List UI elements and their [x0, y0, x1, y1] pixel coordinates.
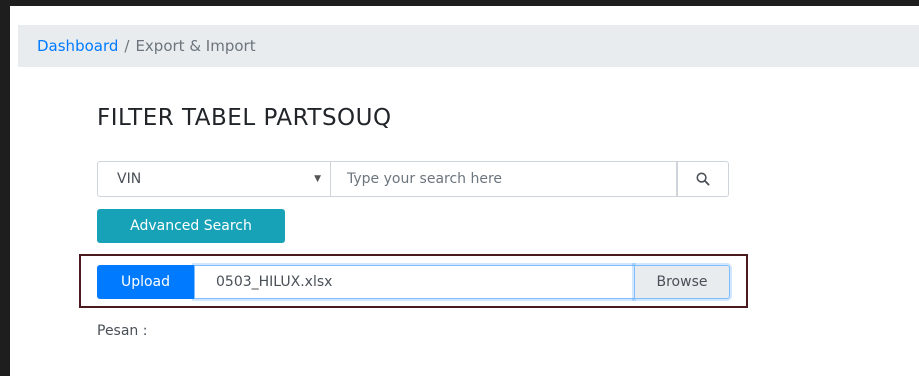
file-name-value: 0503_HILUX.xlsx [216, 274, 333, 290]
app-window: Dashboard / Export & Import FILTER TABEL P… [0, 0, 919, 376]
search-field-select[interactable]: VIN ▼ [97, 161, 331, 197]
caret-down-icon: ▼ [314, 174, 321, 184]
advanced-search-button[interactable]: Advanced Search [97, 209, 285, 243]
search-input-placeholder: Type your search here [347, 171, 503, 187]
window-top-border [0, 0, 919, 6]
breadcrumb: Dashboard / Export & Import [18, 25, 919, 67]
search-icon [696, 172, 710, 186]
upload-button[interactable]: Upload [97, 265, 194, 299]
file-name-field[interactable]: 0503_HILUX.xlsx [194, 265, 634, 299]
breadcrumb-dashboard-link[interactable]: Dashboard [37, 37, 118, 55]
breadcrumb-separator: / [124, 37, 130, 55]
window-left-border [0, 0, 10, 376]
browse-button[interactable]: Browse [634, 265, 730, 299]
search-button[interactable] [677, 161, 729, 197]
search-field-select-value: VIN [117, 171, 142, 187]
message-label: Pesan : [97, 323, 148, 339]
breadcrumb-current: Export & Import [135, 37, 256, 55]
page-title: FILTER TABEL PARTSOUQ [97, 105, 392, 131]
search-input[interactable]: Type your search here [331, 161, 677, 197]
